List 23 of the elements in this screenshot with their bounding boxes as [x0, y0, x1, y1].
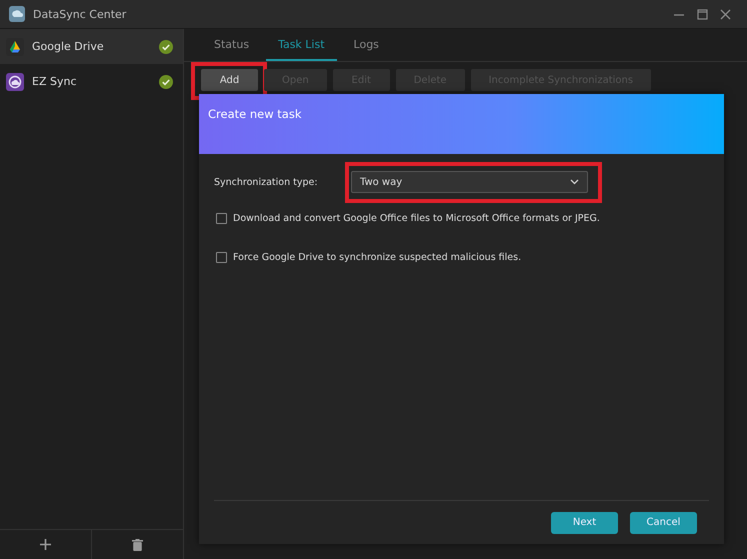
- tab[interactable]: Logs: [340, 29, 393, 61]
- tab[interactable]: Status: [200, 29, 264, 61]
- tab[interactable]: Task List: [266, 29, 337, 61]
- sync-type-dropdown[interactable]: Two way: [351, 171, 588, 193]
- close-icon[interactable]: [720, 8, 731, 20]
- field-label: Synchronization type:: [214, 176, 319, 188]
- sidebar-item[interactable]: EZ Sync: [0, 64, 183, 99]
- dialog-title: Create new task: [208, 107, 302, 121]
- toolbar-button[interactable]: Add: [201, 69, 258, 91]
- checkbox[interactable]: [216, 213, 227, 224]
- maximize-icon[interactable]: [697, 8, 708, 20]
- option-label: Download and convert Google Office files to Microsoft Office formats or JPEG.: [233, 213, 600, 224]
- chevron-down-icon: [570, 179, 579, 185]
- cloud-icon: [6, 72, 24, 90]
- option-label: Force Google Drive to synchronize suspected malicious files.: [233, 252, 522, 263]
- add-icon[interactable]: [40, 539, 51, 550]
- app-logo-icon: [9, 6, 25, 22]
- trash-icon[interactable]: [132, 538, 143, 550]
- cancel-button[interactable]: Cancel: [630, 512, 697, 534]
- window-title: DataSync Center: [33, 8, 126, 20]
- sidebar-item[interactable]: Google Drive: [0, 29, 183, 64]
- next-button[interactable]: Next: [551, 512, 618, 534]
- checkbox[interactable]: [216, 252, 227, 263]
